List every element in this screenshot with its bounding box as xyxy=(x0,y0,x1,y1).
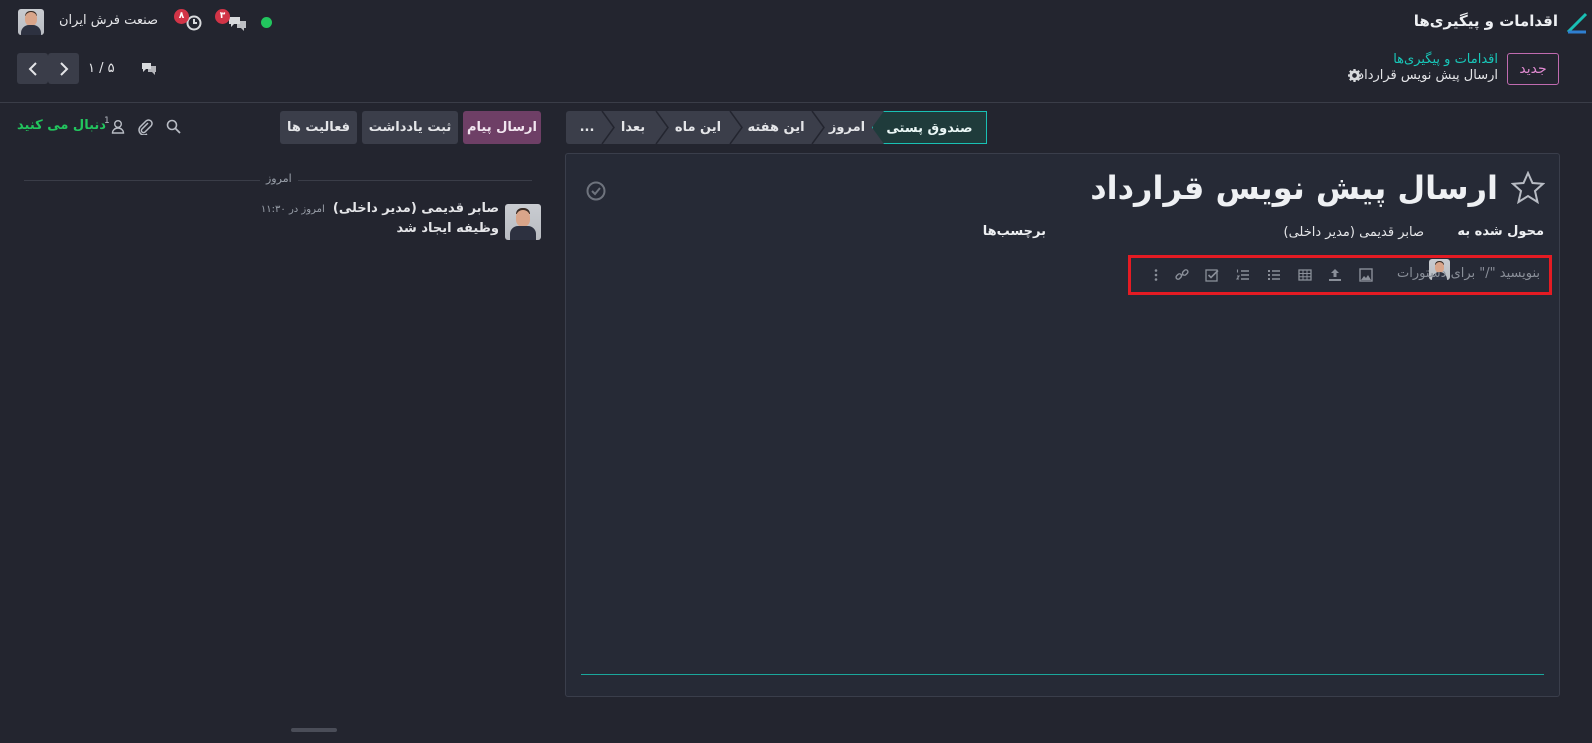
star-icon[interactable] xyxy=(1511,171,1545,204)
top-navbar: اقدامات و پیگیری‌ها صنعت فرش ایران ۸ ۳ xyxy=(0,0,1592,44)
follow-button[interactable]: دنبال می کنید xyxy=(17,118,106,133)
numbered-list-icon[interactable] xyxy=(1236,268,1250,282)
log-note-button[interactable]: ثبت یادداشت xyxy=(362,111,458,144)
message-body: وظیفه ایجاد شد xyxy=(396,221,499,236)
more-options-icon[interactable] xyxy=(1152,268,1160,282)
pager-value[interactable]: ۵ / ۱ xyxy=(88,61,115,76)
message-author[interactable]: صابر قدیمی (مدیر داخلی) xyxy=(333,201,499,216)
send-message-button[interactable]: ارسال پیام xyxy=(463,111,541,144)
message-header: صابر قدیمی (مدیر داخلی) امروز در ۱۱:۳۰ xyxy=(239,201,499,216)
tags-label: برچسب‌ها xyxy=(982,224,1046,239)
breadcrumb-parent[interactable]: اقدامات و پیگیری‌ها xyxy=(1393,52,1498,67)
breadcrumb-current: ارسال پیش نویس قرارداد xyxy=(1358,68,1498,83)
date-separator-line-right xyxy=(298,180,532,181)
pager-next-button[interactable] xyxy=(48,53,79,84)
bulleted-list-icon[interactable] xyxy=(1267,268,1281,282)
stage-statusbar: صندوق پستی امروز این هفته این ماه بعدا .… xyxy=(566,111,987,144)
gear-icon[interactable] xyxy=(1348,69,1361,82)
chat-icon xyxy=(229,17,246,31)
done-check-icon[interactable] xyxy=(586,181,606,201)
search-icon[interactable] xyxy=(166,119,181,134)
activities-menu[interactable]: ۸ xyxy=(174,9,203,32)
status-online-dot xyxy=(261,17,272,28)
stage-separators xyxy=(601,111,825,144)
user-avatar[interactable] xyxy=(18,9,44,35)
pager-previous-button[interactable] xyxy=(17,53,48,84)
chatter-toggle-icon[interactable] xyxy=(141,61,157,75)
message-time: امروز در ۱۱:۳۰ xyxy=(260,204,325,215)
image-icon[interactable] xyxy=(1359,268,1373,282)
messages-badge: ۳ xyxy=(215,9,230,24)
control-panel-divider xyxy=(0,102,1592,103)
link-icon[interactable] xyxy=(1175,268,1189,282)
editor-placeholder[interactable]: بنویسید "/" برای دستورات xyxy=(1397,266,1540,281)
company-name[interactable]: صنعت فرش ایران xyxy=(59,13,158,28)
upload-icon[interactable] xyxy=(1328,268,1342,282)
record-title[interactable]: ارسال پیش نویس قرارداد xyxy=(1090,169,1498,207)
new-button[interactable]: جدید xyxy=(1507,53,1559,85)
message-author-avatar[interactable] xyxy=(505,204,541,240)
date-separator-line-left xyxy=(24,180,260,181)
messages-menu[interactable]: ۳ xyxy=(215,9,248,32)
horizontal-scrollbar[interactable] xyxy=(291,728,337,732)
activities-button[interactable]: فعالیت ها xyxy=(280,111,357,144)
assigned-to-value[interactable]: صابر قدیمی (مدیر داخلی) xyxy=(1284,225,1425,240)
table-icon[interactable] xyxy=(1298,268,1312,282)
chevron-left-icon xyxy=(28,61,37,76)
date-separator-label: امروز xyxy=(266,172,292,185)
paperclip-icon[interactable] xyxy=(137,118,153,135)
checklist-icon[interactable] xyxy=(1205,268,1219,282)
followers-icon[interactable] xyxy=(111,119,125,134)
assigned-to-label: محول شده به xyxy=(1457,224,1544,239)
app-title[interactable]: اقدامات و پیگیری‌ها xyxy=(1414,12,1558,30)
app-logo-icon xyxy=(1566,12,1588,34)
chevron-right-icon xyxy=(59,61,68,76)
note-field-underline xyxy=(581,674,1544,675)
activities-badge: ۸ xyxy=(174,9,189,24)
